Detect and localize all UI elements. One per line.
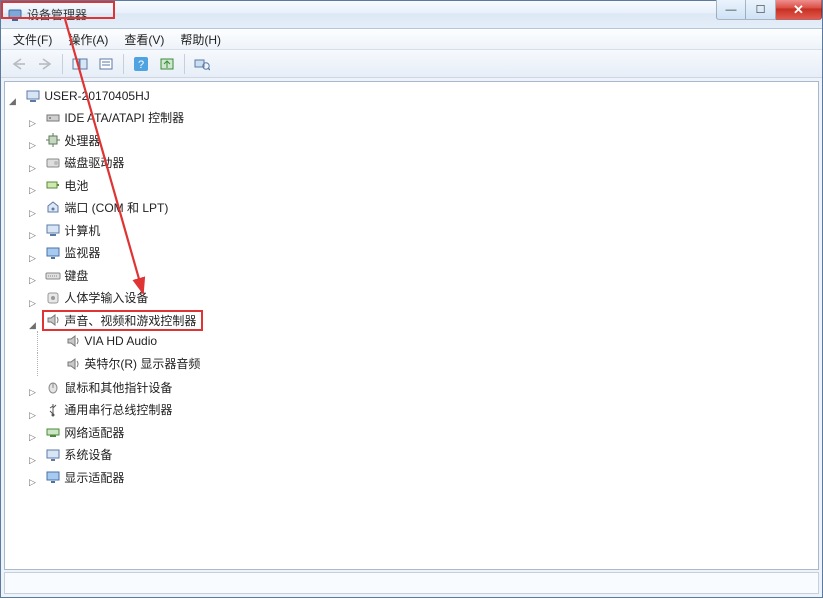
- tree-root[interactable]: USER-20170405HJ: [23, 87, 151, 105]
- collapse-toggle[interactable]: ◢: [7, 96, 18, 107]
- tree-item-ide[interactable]: IDE ATA/ATAPI 控制器: [43, 108, 186, 127]
- toolbar-separator-3: [184, 54, 185, 74]
- expand-toggle[interactable]: ▷: [27, 477, 38, 488]
- expand-toggle[interactable]: ▷: [27, 118, 38, 129]
- usb-icon: [45, 402, 61, 418]
- status-bar: [4, 572, 819, 594]
- expand-toggle[interactable]: ▷: [27, 208, 38, 219]
- disk-icon: [45, 155, 61, 171]
- monitor-icon: [45, 245, 61, 261]
- speaker-icon: [45, 312, 61, 328]
- ide-icon: [45, 110, 61, 126]
- tree-item-usb[interactable]: 通用串行总线控制器: [43, 400, 174, 419]
- menu-file[interactable]: 文件(F): [5, 29, 60, 50]
- toolbar-separator: [62, 54, 63, 74]
- forward-button[interactable]: [33, 53, 57, 75]
- tree-item-display[interactable]: 显示适配器: [43, 468, 126, 487]
- menu-view[interactable]: 查看(V): [116, 29, 172, 50]
- content-frame: ◢ USER-20170405HJ ▷ IDE ATA/ATAPI 控制器: [1, 78, 822, 597]
- toolbar: ?: [1, 50, 822, 78]
- titlebar[interactable]: 设备管理器 — ☐ ✕: [1, 1, 822, 29]
- display-icon: [45, 469, 61, 485]
- speaker-icon: [65, 356, 81, 372]
- battery-icon: [45, 177, 61, 193]
- tree-item-keyboard[interactable]: 键盘: [43, 266, 90, 285]
- svg-text:?: ?: [138, 59, 144, 71]
- keyboard-icon: [45, 267, 61, 283]
- expand-toggle[interactable]: ▷: [27, 410, 38, 421]
- minimize-button[interactable]: —: [716, 0, 746, 20]
- expand-toggle[interactable]: ▷: [27, 253, 38, 264]
- tree-item-intel-display-audio[interactable]: 英特尔(R) 显示器音频: [63, 354, 202, 373]
- expand-toggle[interactable]: ▷: [27, 275, 38, 286]
- close-button[interactable]: ✕: [776, 0, 822, 20]
- scan-hardware-button[interactable]: [155, 53, 179, 75]
- expand-toggle[interactable]: ▷: [27, 298, 38, 309]
- tree-item-mouse[interactable]: 鼠标和其他指针设备: [43, 378, 174, 397]
- expand-toggle[interactable]: ▷: [27, 387, 38, 398]
- device-manager-window: 设备管理器 — ☐ ✕ 文件(F) 操作(A) 查看(V) 帮助(H) ?: [0, 0, 823, 598]
- tree-item-via-audio[interactable]: VIA HD Audio: [63, 332, 159, 350]
- expand-toggle[interactable]: ▷: [27, 185, 38, 196]
- properties-button[interactable]: [94, 53, 118, 75]
- tree-item-cpu[interactable]: 处理器: [43, 131, 102, 150]
- computer-icon: [45, 222, 61, 238]
- tree-item-ports[interactable]: 端口 (COM 和 LPT): [43, 198, 170, 217]
- app-icon: [7, 7, 23, 23]
- tree-item-system[interactable]: 系统设备: [43, 445, 114, 464]
- help-button[interactable]: ?: [129, 53, 153, 75]
- window-title: 设备管理器: [27, 6, 87, 23]
- show-hide-console-button[interactable]: [68, 53, 92, 75]
- menu-help[interactable]: 帮助(H): [172, 29, 229, 50]
- speaker-icon: [65, 333, 81, 349]
- scan-for-changes-button[interactable]: [190, 53, 214, 75]
- toolbar-separator-2: [123, 54, 124, 74]
- hid-icon: [45, 290, 61, 306]
- tree-item-computer[interactable]: 计算机: [43, 221, 102, 240]
- root-label: USER-20170405HJ: [44, 89, 149, 103]
- mouse-icon: [45, 379, 61, 395]
- collapse-toggle[interactable]: ◢: [27, 320, 38, 331]
- tree-item-sound[interactable]: 声音、视频和游戏控制器: [43, 311, 202, 330]
- cpu-icon: [45, 132, 61, 148]
- tree-item-monitor[interactable]: 监视器: [43, 243, 102, 262]
- window-controls: — ☐ ✕: [716, 0, 822, 20]
- port-icon: [45, 200, 61, 216]
- device-tree-panel[interactable]: ◢ USER-20170405HJ ▷ IDE ATA/ATAPI 控制器: [4, 81, 819, 570]
- tree-item-disk[interactable]: 磁盘驱动器: [43, 153, 126, 172]
- system-icon: [45, 447, 61, 463]
- expand-toggle[interactable]: ▷: [27, 230, 38, 241]
- expand-toggle[interactable]: ▷: [27, 432, 38, 443]
- computer-icon: [25, 88, 41, 104]
- expand-toggle[interactable]: ▷: [27, 163, 38, 174]
- maximize-button[interactable]: ☐: [746, 0, 776, 20]
- menu-action[interactable]: 操作(A): [60, 29, 116, 50]
- back-button[interactable]: [7, 53, 31, 75]
- tree-item-network[interactable]: 网络适配器: [43, 423, 126, 442]
- tree-item-hid[interactable]: 人体学输入设备: [43, 288, 150, 307]
- tree-item-battery[interactable]: 电池: [43, 176, 90, 195]
- expand-toggle[interactable]: ▷: [27, 140, 38, 151]
- expand-toggle[interactable]: ▷: [27, 455, 38, 466]
- network-icon: [45, 424, 61, 440]
- menubar: 文件(F) 操作(A) 查看(V) 帮助(H): [1, 29, 822, 50]
